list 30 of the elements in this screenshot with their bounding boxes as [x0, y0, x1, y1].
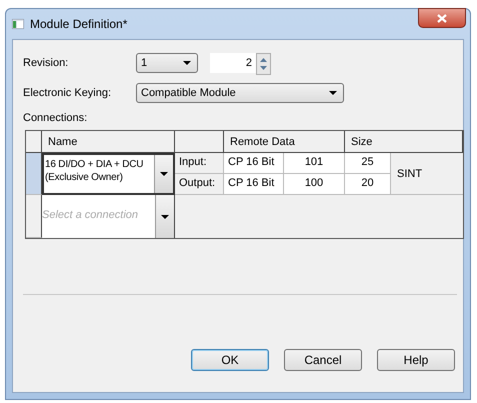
window-title: Module Definition* — [30, 17, 128, 31]
column-header: Size — [345, 131, 463, 153]
row-header[interactable] — [26, 153, 42, 195]
electronic-keying-dropdown[interactable]: Compatible Module — [136, 83, 344, 103]
table-cell: 20 — [345, 174, 391, 195]
dialog-button[interactable]: Help — [377, 349, 455, 371]
major-revision-dropdown[interactable]: 1 — [136, 53, 198, 73]
dialog-button[interactable]: OK — [191, 349, 269, 371]
column-header: Remote Data — [224, 131, 345, 153]
table-cell: 101 — [284, 153, 345, 174]
table-cell: CP 16 Bit — [224, 174, 284, 195]
dialog-button[interactable]: Cancel — [284, 349, 362, 371]
electronic-keying-label: Electronic Keying: — [23, 87, 112, 99]
connection-dropdown[interactable]: 16 DI/DO + DIA + DCU (Exclusive Owner) — [42, 153, 175, 195]
connections-label: Connections: — [23, 112, 88, 124]
table-cell: 25 — [345, 153, 391, 174]
window-icon — [12, 19, 24, 29]
revision-label: Revision: — [23, 57, 70, 69]
column-header: Name — [42, 131, 175, 153]
caret-icon — [329, 91, 337, 95]
caret-icon — [161, 214, 169, 218]
spinner-arrows-icon[interactable] — [256, 53, 271, 75]
minor-revision-field[interactable]: 2 — [210, 53, 256, 73]
close-icon — [437, 14, 447, 22]
table-cell: CP 16 Bit — [224, 153, 284, 174]
table-cell: SINT — [391, 153, 463, 195]
caret-icon — [160, 172, 168, 176]
caret-icon — [183, 61, 191, 65]
close-button[interactable] — [418, 8, 466, 28]
table-cell: 100 — [284, 174, 345, 195]
